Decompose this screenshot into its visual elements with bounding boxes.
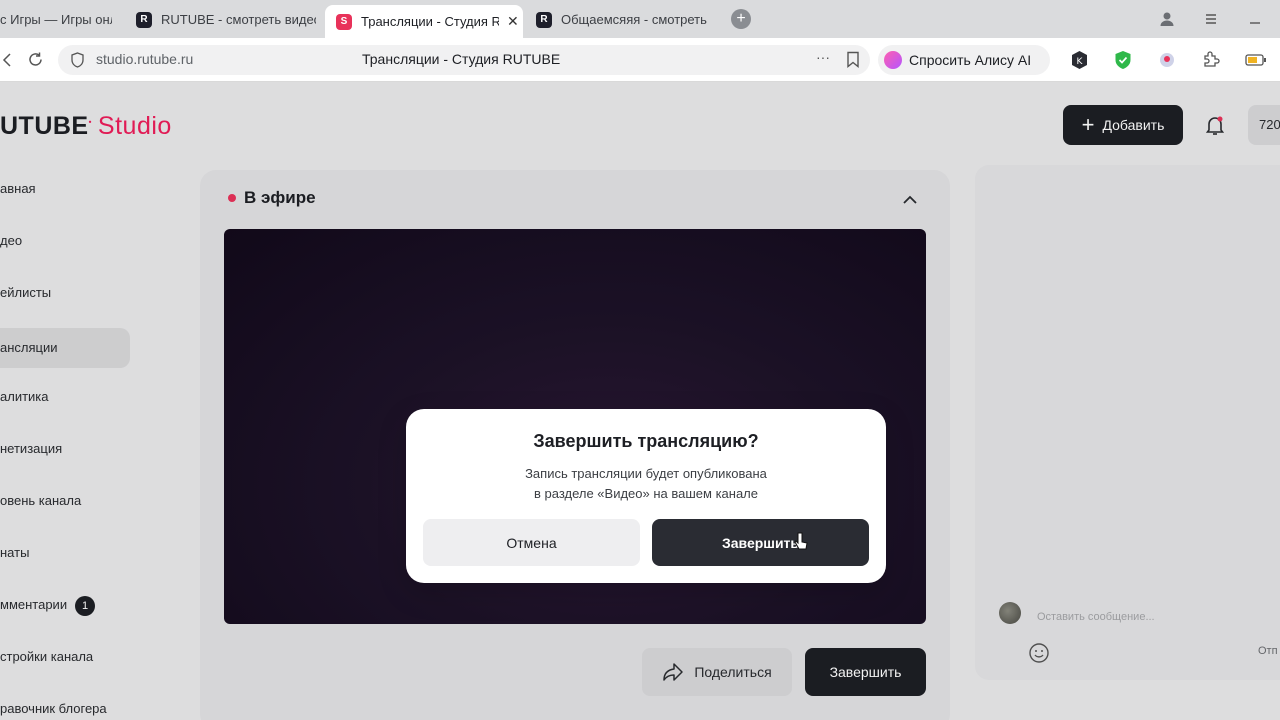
menu-icon[interactable]	[1204, 12, 1218, 26]
tab-label: RUTUBE - смотреть видео	[161, 12, 316, 27]
studio-favicon-icon: S	[336, 13, 352, 30]
dialog-title: Завершить трансляцию?	[533, 431, 759, 451]
dialog-description: Запись трансляции будет опубликована в р…	[406, 464, 886, 504]
extension-icon[interactable]	[1158, 50, 1176, 70]
dialog-text-line: Запись трансляции будет опубликована	[525, 466, 767, 481]
profile-icon[interactable]	[1159, 11, 1175, 27]
tab-label: Общаемсяяя - смотреть	[561, 12, 707, 27]
kaspersky-extension-icon[interactable]: K	[1070, 50, 1089, 70]
reload-icon[interactable]	[27, 51, 44, 68]
end-stream-dialog: Завершить трансляцию? Запись трансляции …	[406, 409, 886, 583]
browser-tab-bar: с Игры — Игры онл R RUTUBE - смотреть ви…	[0, 0, 1280, 38]
tab-label: Трансляции - Студия R	[361, 14, 499, 29]
browser-tab-chat[interactable]: R Общаемсяяя - смотреть	[536, 5, 714, 34]
bookmark-icon[interactable]	[846, 51, 860, 68]
address-bar: studio.rutube.ru Трансляции - Студия RUT…	[0, 38, 1280, 82]
extensions-puzzle-icon[interactable]	[1202, 50, 1220, 68]
url-text[interactable]: studio.rutube.ru	[96, 51, 193, 67]
browser-tab-rutube[interactable]: R RUTUBE - смотреть видео	[136, 5, 316, 34]
ask-alice-label: Спросить Алису AI	[909, 52, 1032, 68]
minimize-icon[interactable]	[1248, 12, 1262, 26]
browser-tab-games[interactable]: с Игры — Игры онл	[0, 5, 112, 34]
dialog-text-line: в разделе «Видео» на вашем канале	[533, 486, 758, 501]
browser-tab-studio[interactable]: S Трансляции - Студия R ✕	[325, 5, 523, 38]
hand-cursor-icon	[794, 532, 808, 550]
battery-icon	[1245, 54, 1266, 66]
cancel-button[interactable]: Отмена	[423, 519, 640, 566]
confirm-finish-button[interactable]: Завершить	[652, 519, 869, 566]
close-tab-icon[interactable]: ✕	[507, 13, 519, 30]
new-tab-icon[interactable]: +	[731, 9, 751, 29]
back-arrow-icon[interactable]	[0, 52, 14, 68]
alice-icon	[884, 51, 902, 69]
shield-icon[interactable]	[70, 52, 85, 68]
more-icon[interactable]: ···	[816, 49, 830, 65]
page-title: Трансляции - Студия RUTUBE	[362, 51, 561, 67]
tab-label: с Игры — Игры онл	[0, 12, 112, 27]
rutube-favicon-icon: R	[536, 11, 552, 28]
rutube-favicon-icon: R	[136, 11, 152, 28]
adblock-shield-icon[interactable]	[1114, 50, 1132, 70]
ask-alice-button[interactable]: Спросить Алису AI	[878, 45, 1050, 75]
modal-overlay[interactable]	[0, 82, 1280, 720]
